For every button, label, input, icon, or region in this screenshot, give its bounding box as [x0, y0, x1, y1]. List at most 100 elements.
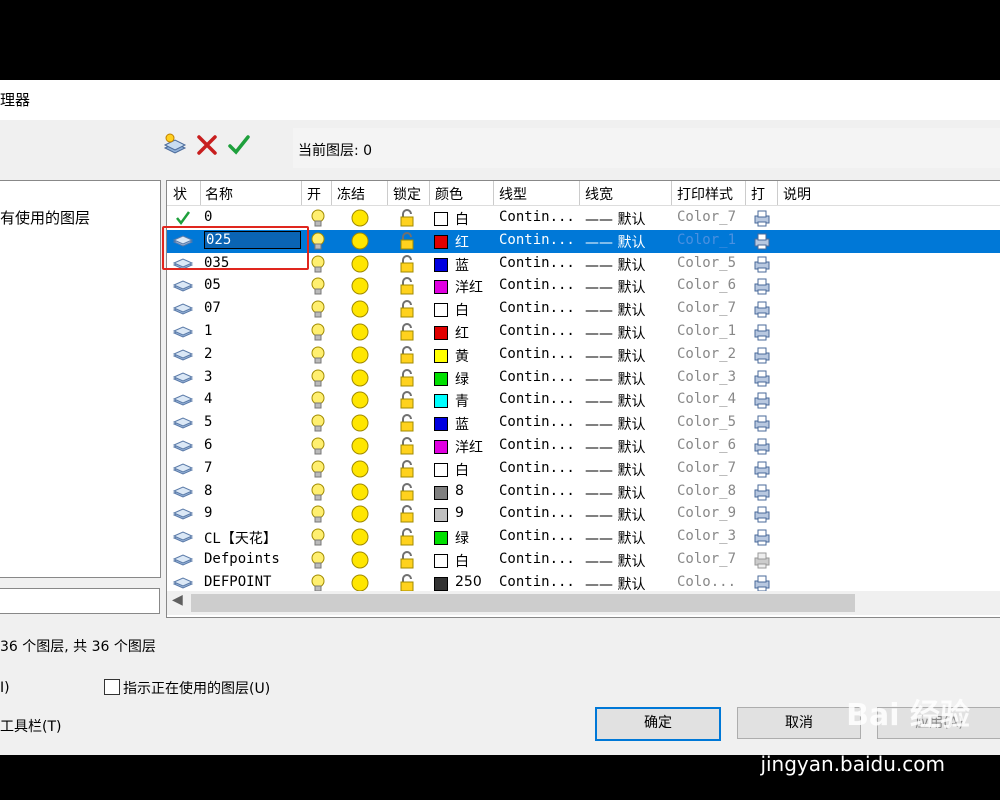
set-current-icon[interactable]: [226, 132, 252, 158]
column-header[interactable]: 线宽: [585, 184, 613, 204]
linetype[interactable]: Contin...: [499, 574, 575, 590]
color-swatch[interactable]: [434, 417, 448, 432]
column-header[interactable]: 颜色: [435, 184, 463, 204]
layer-name[interactable]: 8: [204, 483, 212, 499]
color-name[interactable]: 青: [455, 391, 469, 411]
sun-icon[interactable]: [349, 254, 371, 274]
unlock-icon[interactable]: [397, 276, 419, 296]
lineweight[interactable]: —— 默认: [585, 323, 645, 343]
unlock-icon[interactable]: [397, 208, 419, 228]
lightbulb-icon[interactable]: [307, 299, 329, 319]
color-name[interactable]: 8: [455, 483, 464, 499]
layer-name[interactable]: 05: [204, 277, 221, 293]
unlock-icon[interactable]: [397, 413, 419, 433]
printer-icon[interactable]: [751, 390, 773, 410]
color-name[interactable]: 9: [455, 505, 464, 521]
color-name[interactable]: 红: [455, 232, 469, 252]
printer-icon[interactable]: [751, 436, 773, 456]
plot-style[interactable]: Color_2: [677, 346, 736, 362]
unlock-icon[interactable]: [397, 504, 419, 524]
column-header[interactable]: 打: [751, 184, 765, 204]
color-swatch[interactable]: [434, 576, 448, 591]
layer-name[interactable]: 3: [204, 369, 212, 385]
layer-name[interactable]: 6: [204, 437, 212, 453]
column-separator[interactable]: [579, 181, 580, 205]
printer-icon[interactable]: [751, 231, 773, 251]
linetype[interactable]: Contin...: [499, 483, 575, 499]
color-swatch[interactable]: [434, 326, 448, 340]
lineweight[interactable]: —— 默认: [585, 369, 645, 389]
color-swatch[interactable]: [434, 280, 448, 295]
plot-style[interactable]: Color_1: [677, 323, 736, 339]
column-header[interactable]: 线型: [499, 184, 527, 204]
plot-style[interactable]: Color_9: [677, 505, 736, 521]
color-swatch[interactable]: [434, 348, 448, 363]
lightbulb-icon[interactable]: [307, 390, 329, 410]
lightbulb-icon[interactable]: [307, 322, 329, 342]
color-swatch[interactable]: [434, 440, 448, 454]
color-name[interactable]: 绿: [455, 528, 469, 548]
printer-icon[interactable]: [751, 208, 773, 228]
sun-icon[interactable]: [349, 276, 371, 296]
layer-row[interactable]: CL【天花】 绿 Contin... —— 默认 Color_3: [167, 526, 1000, 549]
color-swatch[interactable]: [434, 554, 448, 568]
printer-icon[interactable]: [751, 459, 773, 479]
unlock-icon[interactable]: [397, 345, 419, 365]
color-name[interactable]: 白: [455, 300, 469, 320]
unlock-icon[interactable]: [397, 231, 419, 251]
color-swatch[interactable]: [434, 212, 448, 226]
column-header[interactable]: 冻结: [337, 184, 365, 204]
sun-icon[interactable]: [349, 573, 371, 593]
color-swatch[interactable]: [434, 531, 448, 546]
lineweight[interactable]: —— 默认: [585, 255, 645, 275]
color-name[interactable]: 蓝: [455, 414, 469, 434]
plot-style[interactable]: Color_7: [677, 300, 736, 316]
column-separator[interactable]: [331, 181, 332, 205]
tree-item-used-layers[interactable]: 有使用的图层: [0, 207, 90, 228]
printer-icon[interactable]: [751, 345, 773, 365]
color-name[interactable]: 绿: [455, 369, 469, 389]
printer-disabled-icon[interactable]: [751, 550, 773, 570]
unlock-icon[interactable]: [397, 527, 419, 547]
linetype[interactable]: Contin...: [499, 369, 575, 385]
unlock-icon[interactable]: [397, 550, 419, 570]
layer-name[interactable]: 5: [204, 414, 212, 430]
column-header[interactable]: 状: [173, 184, 187, 204]
color-swatch[interactable]: [434, 303, 448, 318]
lineweight[interactable]: —— 默认: [585, 209, 645, 229]
sun-icon[interactable]: [349, 345, 371, 365]
unlock-icon[interactable]: [397, 368, 419, 388]
sun-icon[interactable]: [349, 504, 371, 524]
unlock-icon[interactable]: [397, 299, 419, 319]
column-separator[interactable]: [745, 181, 746, 205]
column-separator[interactable]: [429, 181, 430, 205]
lineweight[interactable]: —— 默认: [585, 483, 645, 503]
plot-style[interactable]: Color_7: [677, 209, 736, 225]
column-separator[interactable]: [493, 181, 494, 205]
lightbulb-icon[interactable]: [307, 482, 329, 502]
linetype[interactable]: Contin...: [499, 277, 575, 293]
color-name[interactable]: 250: [455, 574, 482, 590]
color-swatch[interactable]: [434, 462, 448, 477]
unlock-icon[interactable]: [397, 436, 419, 456]
lightbulb-icon[interactable]: [307, 436, 329, 456]
sun-icon[interactable]: [349, 459, 371, 479]
color-name[interactable]: 白: [455, 551, 469, 571]
lineweight[interactable]: —— 默认: [585, 414, 645, 434]
cancel-button[interactable]: 取消: [737, 707, 861, 739]
printer-icon[interactable]: [751, 368, 773, 388]
column-separator[interactable]: [671, 181, 672, 205]
linetype[interactable]: Contin...: [499, 391, 575, 407]
lineweight[interactable]: —— 默认: [585, 551, 645, 571]
lightbulb-icon[interactable]: [307, 550, 329, 570]
color-name[interactable]: 白: [455, 460, 469, 480]
lineweight[interactable]: —— 默认: [585, 460, 645, 480]
color-swatch[interactable]: [434, 508, 448, 523]
plot-style[interactable]: Color_6: [677, 277, 736, 293]
printer-icon[interactable]: [751, 527, 773, 547]
layer-row[interactable]: 1 红 Contin... —— 默认 Color_1: [167, 321, 1000, 344]
unlock-icon[interactable]: [397, 482, 419, 502]
plot-style[interactable]: Color_3: [677, 369, 736, 385]
lightbulb-icon[interactable]: [307, 208, 329, 228]
layer-row[interactable]: 9 9 Contin... —— 默认 Color_9: [167, 503, 1000, 526]
